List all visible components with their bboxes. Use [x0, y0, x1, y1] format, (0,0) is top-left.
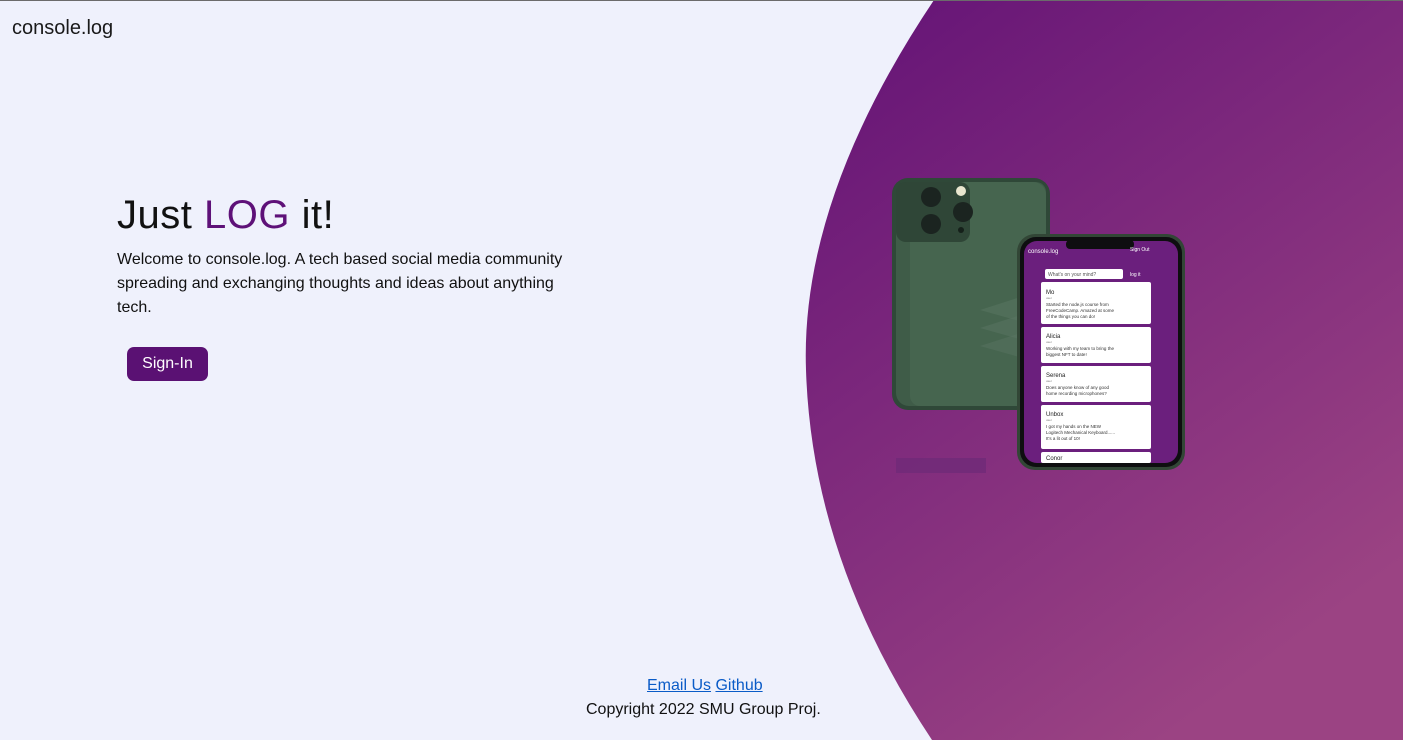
brand-logo[interactable]: console.log [12, 17, 113, 40]
mockup-input-placeholder: What's on your mind? [1048, 272, 1096, 278]
mockup-post-text: biggest NFT to date! [1046, 352, 1087, 357]
footer-links: Email Us Github [647, 677, 763, 695]
mockup-post-text: FreeCodeCamp. Amazed at some [1046, 308, 1115, 313]
email-us-link[interactable]: Email Us [647, 677, 711, 694]
mockup-post-text: Logitech Mechanical Keyboard...... [1046, 430, 1115, 435]
github-link[interactable]: Github [715, 677, 762, 694]
mockup-post: Serena user Does anyone know of any good… [1041, 366, 1151, 402]
hero-title-accent: LOG [203, 193, 290, 237]
hero-title-suffix: it! [289, 193, 335, 237]
hero-title-prefix: Just [117, 193, 204, 237]
phone-mockup-image: console.log Sign Out What's on your mind… [892, 178, 1185, 473]
mockup-post-name: Conor [1046, 456, 1062, 462]
hero-description: Welcome to console.log. A tech based soc… [117, 251, 563, 316]
mockup-post: Mo user Started the node.js course from … [1041, 282, 1151, 324]
mockup-post-text: Started the node.js course from [1046, 302, 1109, 307]
mockup-post-text: of the things you can do! [1046, 314, 1095, 319]
mockup-post-role: user [1046, 296, 1052, 300]
mockup-app-name: console.log [1028, 249, 1058, 255]
mockup-post-text: Working with my team to bring the [1046, 346, 1114, 351]
mockup-post: Unbox user I got my hands on the NEW Log… [1041, 405, 1151, 449]
mockup-post-role: user [1046, 379, 1052, 383]
top-border [0, 0, 1403, 1]
mockup-post-text: home recording microphones? [1046, 391, 1107, 396]
hero-section: Just LOG it! Welcome to console.log. A t… [117, 193, 577, 320]
mockup-post: Alicia user Working with my team to brin… [1041, 327, 1151, 363]
mockup-post: Conor [1041, 452, 1151, 463]
mockup-post-role: user [1046, 340, 1052, 344]
copyright-text: Copyright 2022 SMU Group Proj. [586, 701, 821, 718]
mockup-post-text: Does anyone know of any good [1046, 385, 1110, 390]
mockup-log-button: log it [1130, 272, 1141, 278]
mockup-post-role: user [1046, 418, 1052, 422]
mockup-signout: Sign Out [1130, 247, 1150, 253]
mockup-post-text: It's a lit out of 10! [1046, 436, 1080, 441]
mockup-post-text: I got my hands on the NEW [1046, 424, 1102, 429]
sign-in-button[interactable]: Sign-In [127, 347, 208, 381]
hero-title: Just LOG it! [117, 193, 577, 238]
